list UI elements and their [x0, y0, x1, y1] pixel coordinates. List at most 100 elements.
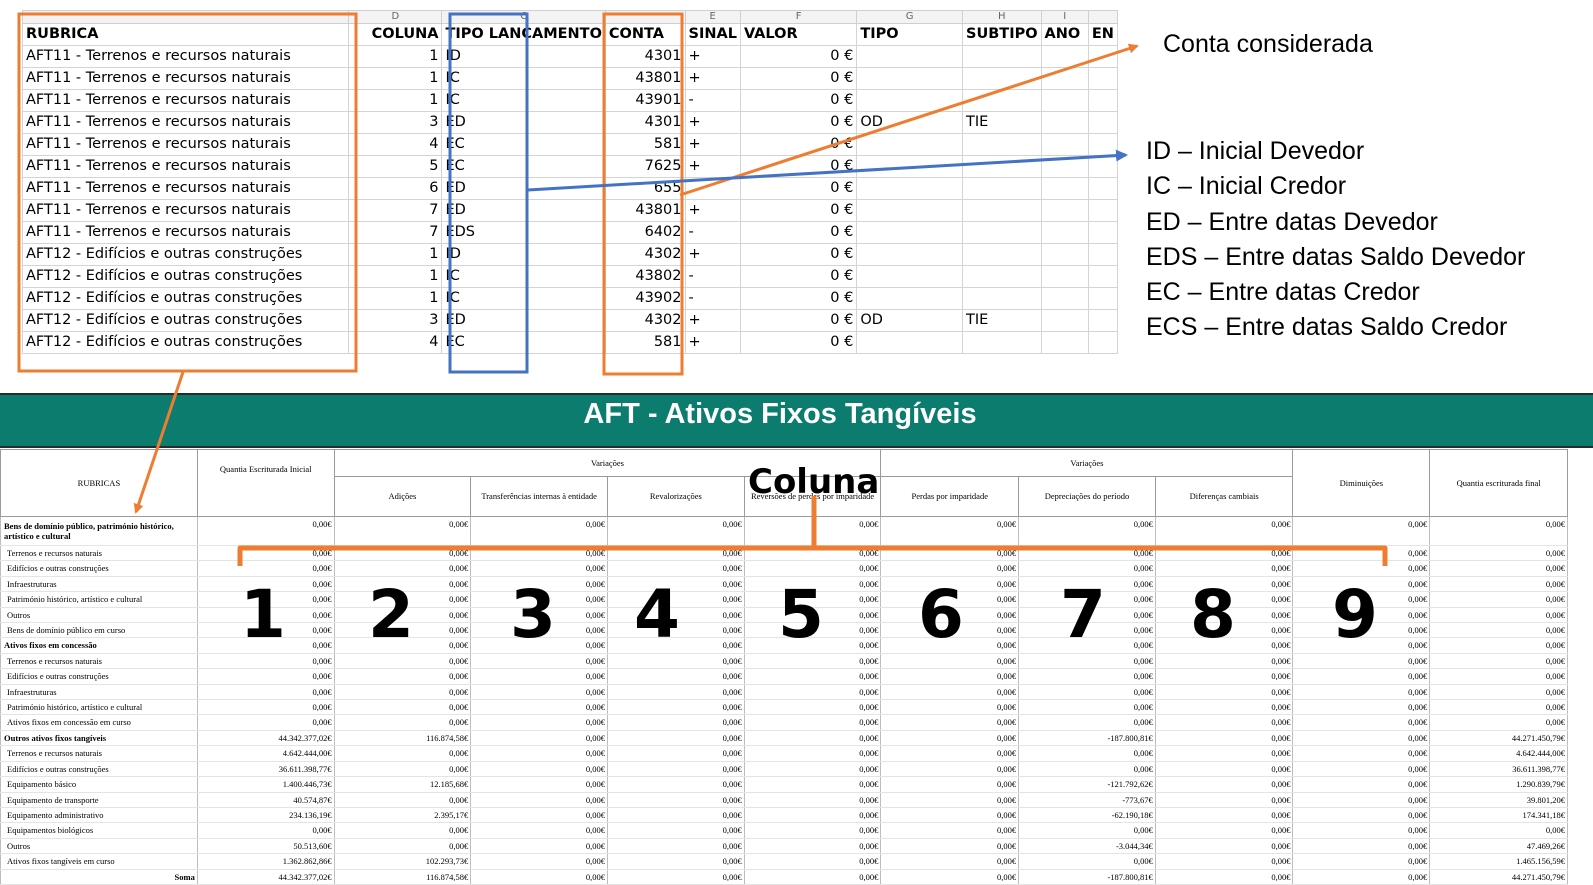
cell-tipo-lanc[interactable]: ED — [441, 309, 606, 332]
cell-sinal[interactable]: - — [684, 287, 741, 310]
cell-empty[interactable] — [1087, 331, 1119, 354]
cell-subtipo[interactable] — [962, 243, 1042, 266]
cell-tipo[interactable] — [856, 221, 964, 244]
cell-valor[interactable]: 0 € — [739, 155, 858, 178]
cell-conta[interactable]: 655 — [604, 177, 686, 200]
cell-tipo-lanc[interactable]: EC — [441, 133, 606, 156]
cell-tipo[interactable] — [856, 89, 964, 112]
cell-rubrica[interactable]: AFT11 - Terrenos e recursos naturais — [21, 111, 350, 134]
cell-valor[interactable]: 0 € — [739, 331, 858, 354]
cell-valor[interactable]: 0 € — [739, 133, 858, 156]
cell-empty[interactable] — [1087, 265, 1119, 288]
cell-tipo-lanc[interactable]: ID — [441, 243, 606, 266]
cell-rubrica[interactable]: AFT11 - Terrenos e recursos naturais — [21, 199, 350, 222]
cell-tipo-lanc[interactable]: IC — [441, 89, 606, 112]
cell-sinal[interactable]: + — [684, 243, 741, 266]
cell-empty[interactable] — [1040, 133, 1089, 156]
cell-rubrica[interactable]: AFT11 - Terrenos e recursos naturais — [21, 221, 350, 244]
header-subtipo[interactable]: SUBTIPO — [962, 23, 1042, 46]
cell-tipo-lanc[interactable]: ED — [441, 177, 606, 200]
cell-conta[interactable]: 4301 — [604, 111, 686, 134]
header-rubrica[interactable]: RUBRICA — [21, 23, 350, 46]
header-tipo-lancamento[interactable]: TIPO LANCAMENTO — [441, 23, 606, 46]
cell-empty[interactable] — [1087, 133, 1119, 156]
header-tipo[interactable]: TIPO — [856, 23, 964, 46]
cell-valor[interactable]: 0 € — [739, 243, 858, 266]
cell-rubrica[interactable]: AFT12 - Edifícios e outras construções — [21, 243, 350, 266]
header-ano[interactable]: ANO — [1040, 23, 1089, 46]
cell-sinal[interactable]: + — [684, 309, 741, 332]
cell-rubrica[interactable]: AFT11 - Terrenos e recursos naturais — [21, 133, 350, 156]
cell-sinal[interactable]: + — [684, 155, 741, 178]
cell-sinal[interactable] — [684, 177, 741, 200]
cell-rubrica[interactable]: AFT11 - Terrenos e recursos naturais — [21, 67, 350, 90]
cell-conta[interactable]: 43801 — [604, 199, 686, 222]
cell-tipo-lanc[interactable]: EDS — [441, 221, 606, 244]
cell-empty[interactable] — [1087, 199, 1119, 222]
cell-conta[interactable]: 43802 — [604, 265, 686, 288]
cell-subtipo[interactable] — [962, 177, 1042, 200]
cell-empty[interactable] — [1040, 67, 1089, 90]
cell-rubrica[interactable]: AFT12 - Edifícios e outras construções — [21, 287, 350, 310]
header-ent[interactable]: EN — [1087, 23, 1119, 46]
cell-valor[interactable]: 0 € — [739, 177, 858, 200]
cell-coluna[interactable]: 1 — [348, 265, 443, 288]
cell-tipo-lanc[interactable]: ED — [441, 199, 606, 222]
cell-conta[interactable]: 581 — [604, 331, 686, 354]
cell-empty[interactable] — [1087, 45, 1119, 68]
cell-conta[interactable]: 43801 — [604, 67, 686, 90]
cell-empty[interactable] — [1087, 155, 1119, 178]
cell-coluna[interactable]: 7 — [348, 199, 443, 222]
cell-empty[interactable] — [1040, 265, 1089, 288]
cell-coluna[interactable]: 4 — [348, 331, 443, 354]
header-sinal[interactable]: SINAL — [684, 23, 741, 46]
cell-empty[interactable] — [1040, 309, 1089, 332]
cell-sinal[interactable]: - — [684, 265, 741, 288]
cell-rubrica[interactable]: AFT11 - Terrenos e recursos naturais — [21, 45, 350, 68]
cell-subtipo[interactable] — [962, 331, 1042, 354]
cell-coluna[interactable]: 1 — [348, 67, 443, 90]
cell-empty[interactable] — [1040, 155, 1089, 178]
cell-sinal[interactable]: + — [684, 331, 741, 354]
cell-tipo[interactable] — [856, 133, 964, 156]
cell-empty[interactable] — [1040, 111, 1089, 134]
cell-rubrica[interactable]: AFT12 - Edifícios e outras construções — [21, 331, 350, 354]
cell-empty[interactable] — [1040, 287, 1089, 310]
cell-empty[interactable] — [1087, 89, 1119, 112]
cell-empty[interactable] — [1040, 177, 1089, 200]
cell-tipo[interactable]: OD — [856, 111, 964, 134]
cell-empty[interactable] — [1040, 243, 1089, 266]
cell-tipo[interactable] — [856, 265, 964, 288]
cell-rubrica[interactable]: AFT11 - Terrenos e recursos naturais — [21, 89, 350, 112]
cell-empty[interactable] — [1040, 89, 1089, 112]
cell-valor[interactable]: 0 € — [739, 287, 858, 310]
cell-rubrica[interactable]: AFT12 - Edifícios e outras construções — [21, 265, 350, 288]
cell-subtipo[interactable] — [962, 45, 1042, 68]
cell-empty[interactable] — [1040, 331, 1089, 354]
cell-coluna[interactable]: 5 — [348, 155, 443, 178]
cell-subtipo[interactable] — [962, 67, 1042, 90]
cell-rubrica[interactable]: AFT11 - Terrenos e recursos naturais — [21, 155, 350, 178]
cell-empty[interactable] — [1087, 309, 1119, 332]
cell-coluna[interactable]: 3 — [348, 309, 443, 332]
cell-tipo-lanc[interactable]: EC — [441, 331, 606, 354]
cell-tipo[interactable] — [856, 243, 964, 266]
cell-tipo-lanc[interactable]: IC — [441, 67, 606, 90]
cell-empty[interactable] — [1087, 287, 1119, 310]
cell-coluna[interactable]: 1 — [348, 45, 443, 68]
cell-tipo-lanc[interactable]: IC — [441, 287, 606, 310]
cell-coluna[interactable]: 4 — [348, 133, 443, 156]
cell-conta[interactable]: 6402 — [604, 221, 686, 244]
cell-tipo[interactable] — [856, 199, 964, 222]
cell-valor[interactable]: 0 € — [739, 111, 858, 134]
header-coluna[interactable]: COLUNA — [348, 23, 443, 46]
cell-tipo[interactable]: OD — [856, 309, 964, 332]
cell-sinal[interactable]: + — [684, 199, 741, 222]
cell-tipo-lanc[interactable]: ID — [441, 45, 606, 68]
cell-empty[interactable] — [1087, 67, 1119, 90]
cell-valor[interactable]: 0 € — [739, 221, 858, 244]
cell-tipo[interactable] — [856, 67, 964, 90]
cell-tipo-lanc[interactable]: ED — [441, 111, 606, 134]
cell-conta[interactable]: 7625 — [604, 155, 686, 178]
cell-empty[interactable] — [1087, 177, 1119, 200]
